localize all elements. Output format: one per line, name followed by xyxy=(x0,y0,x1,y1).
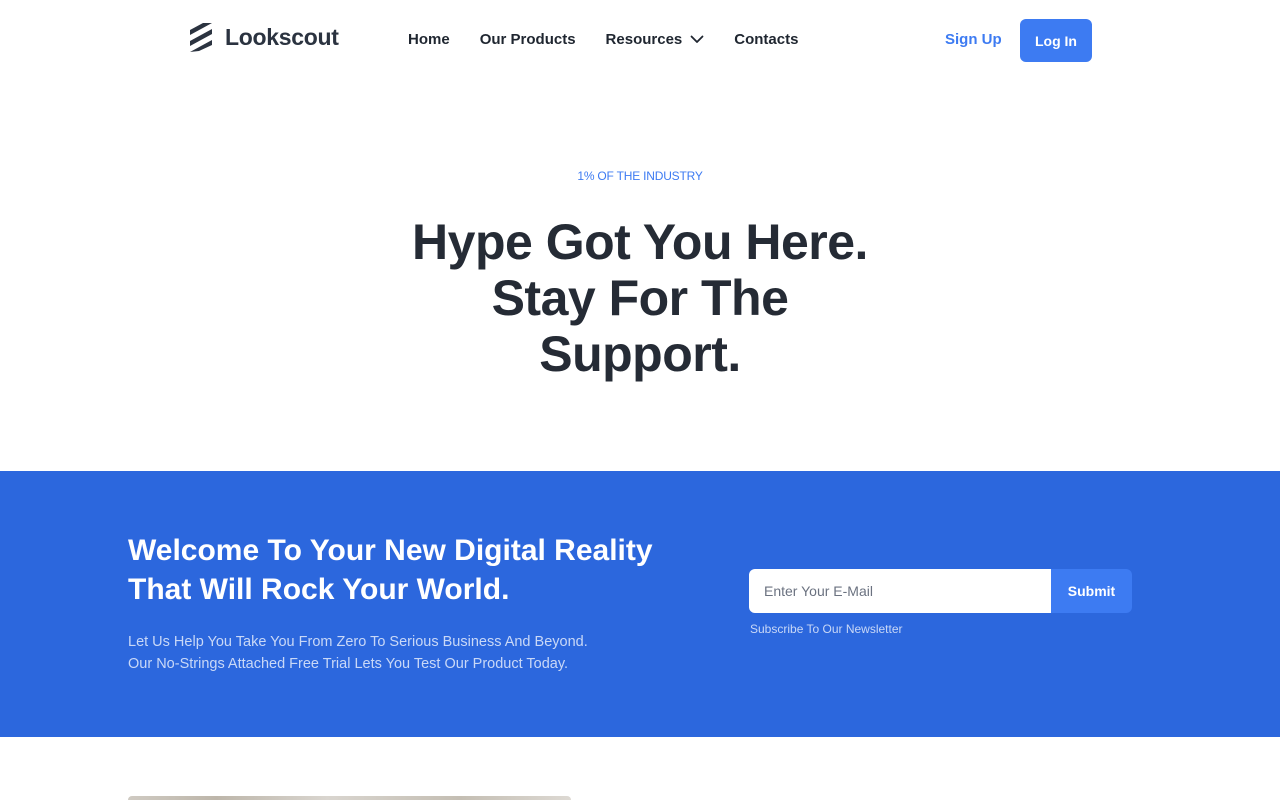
hero-eyebrow: 1% OF THE INDUSTRY xyxy=(577,169,703,183)
nav-item-label: Home xyxy=(408,31,450,48)
email-input[interactable] xyxy=(749,569,1051,613)
brand-name: Lookscout xyxy=(225,23,339,50)
submit-button[interactable]: Submit xyxy=(1051,569,1132,613)
nav-item-label: Contacts xyxy=(734,31,799,48)
sign-up-link[interactable]: Sign Up xyxy=(945,30,1002,50)
band-description: Let Us Help You Take You From Zero To Se… xyxy=(128,631,648,675)
log-in-button[interactable]: Log In xyxy=(1020,19,1092,62)
site-header: Lookscout Home Our Products Resources Co… xyxy=(0,0,1280,80)
hero-title: Hype Got You Here. Stay For The Support. xyxy=(412,214,868,382)
main-nav: Home Our Products Resources Contacts xyxy=(408,30,828,50)
chevron-down-icon xyxy=(690,30,704,50)
band-text-line: Let Us Help You Take You From Zero To Se… xyxy=(128,634,588,650)
nav-item-our-products[interactable]: Our Products xyxy=(480,30,576,50)
nav-item-contacts[interactable]: Contacts xyxy=(734,30,798,50)
stacked-stripes-logo-icon xyxy=(187,22,215,52)
nav-item-resources[interactable]: Resources xyxy=(606,30,705,50)
newsletter-form: Submit xyxy=(749,569,1132,613)
newsletter-band: Welcome To Your New Digital Reality That… xyxy=(0,471,1280,737)
nav-item-home[interactable]: Home xyxy=(408,30,450,50)
nav-item-label: Resources xyxy=(605,31,683,48)
band-title: Welcome To Your New Digital Reality That… xyxy=(128,534,653,606)
brand-logo[interactable]: Lookscout xyxy=(187,22,339,52)
newsletter-note: Subscribe To Our Newsletter xyxy=(750,622,903,636)
band-text-line: Our No-Strings Attached Free Trial Lets … xyxy=(128,656,569,672)
feature-image xyxy=(128,796,571,800)
nav-item-label: Our Products xyxy=(479,31,576,48)
